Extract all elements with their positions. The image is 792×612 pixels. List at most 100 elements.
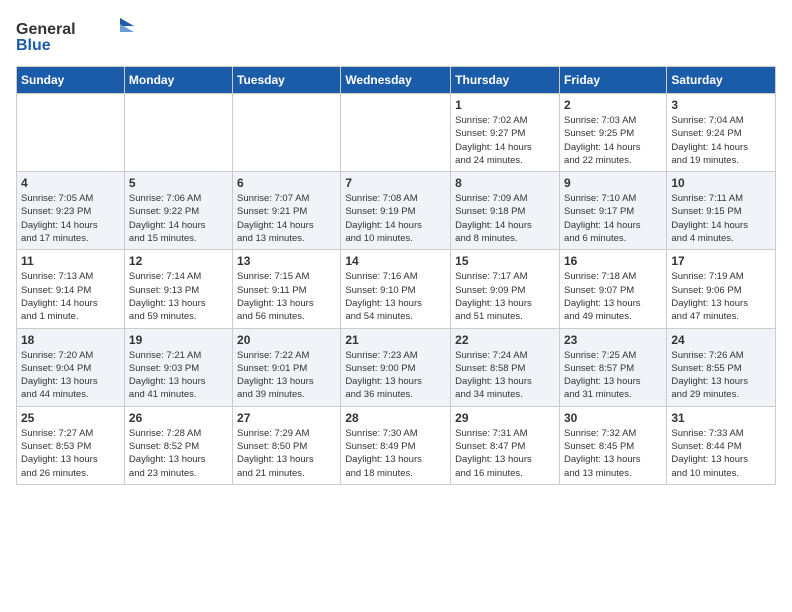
day-info: Sunrise: 7:26 AM Sunset: 8:55 PM Dayligh… <box>671 349 771 402</box>
day-number: 2 <box>564 98 662 112</box>
calendar-cell: 16 Sunrise: 7:18 AM Sunset: 9:07 PM Dayli… <box>559 250 666 328</box>
day-info: Sunrise: 7:16 AM Sunset: 9:10 PM Dayligh… <box>345 270 446 323</box>
day-number: 30 <box>564 411 662 425</box>
day-info: Sunrise: 7:22 AM Sunset: 9:01 PM Dayligh… <box>237 349 336 402</box>
day-info: Sunrise: 7:10 AM Sunset: 9:17 PM Dayligh… <box>564 192 662 245</box>
calendar-cell <box>233 94 341 172</box>
calendar-cell <box>341 94 451 172</box>
logo-svg: GeneralBlue <box>16 16 146 56</box>
day-number: 1 <box>455 98 555 112</box>
svg-text:Blue: Blue <box>16 37 51 54</box>
day-number: 16 <box>564 254 662 268</box>
calendar-cell: 28Sunrise: 7:30 AM Sunset: 8:49 PM Dayli… <box>341 406 451 484</box>
calendar-week-row: 4 Sunrise: 7:05 AM Sunset: 9:23 PM Daylig… <box>17 172 776 250</box>
calendar-week-row: 11 Sunrise: 7:13 AM Sunset: 9:14 PM Dayli… <box>17 250 776 328</box>
day-info: Sunrise: 7:28 AM Sunset: 8:52 PM Dayligh… <box>129 427 228 480</box>
day-info: Sunrise: 7:18 AM Sunset: 9:07 PM Dayligh… <box>564 270 662 323</box>
day-number: 17 <box>671 254 771 268</box>
calendar-cell: 1 Sunrise: 7:02 AM Sunset: 9:27 PM Daylig… <box>451 94 560 172</box>
header: GeneralBlue <box>16 16 776 56</box>
day-info: Sunrise: 7:08 AM Sunset: 9:19 PM Dayligh… <box>345 192 446 245</box>
calendar-cell: 15 Sunrise: 7:17 AM Sunset: 9:09 PM Dayli… <box>451 250 560 328</box>
svg-text:General: General <box>16 21 76 38</box>
day-number: 11 <box>21 254 120 268</box>
calendar-week-row: 25Sunrise: 7:27 AM Sunset: 8:53 PM Dayli… <box>17 406 776 484</box>
calendar-cell: 8Sunrise: 7:09 AM Sunset: 9:18 PM Daylig… <box>451 172 560 250</box>
day-info: Sunrise: 7:33 AM Sunset: 8:44 PM Dayligh… <box>671 427 771 480</box>
day-number: 28 <box>345 411 446 425</box>
day-number: 15 <box>455 254 555 268</box>
calendar-cell: 17Sunrise: 7:19 AM Sunset: 9:06 PM Dayli… <box>667 250 776 328</box>
day-info: Sunrise: 7:24 AM Sunset: 8:58 PM Dayligh… <box>455 349 555 402</box>
day-info: Sunrise: 7:15 AM Sunset: 9:11 PM Dayligh… <box>237 270 336 323</box>
day-info: Sunrise: 7:23 AM Sunset: 9:00 PM Dayligh… <box>345 349 446 402</box>
day-number: 20 <box>237 333 336 347</box>
weekday-header-sunday: Sunday <box>17 67 125 94</box>
calendar-cell: 18 Sunrise: 7:20 AM Sunset: 9:04 PM Dayli… <box>17 328 125 406</box>
day-info: Sunrise: 7:13 AM Sunset: 9:14 PM Dayligh… <box>21 270 120 323</box>
calendar-cell <box>17 94 125 172</box>
weekday-header-tuesday: Tuesday <box>233 67 341 94</box>
weekday-header-saturday: Saturday <box>667 67 776 94</box>
day-info: Sunrise: 7:09 AM Sunset: 9:18 PM Dayligh… <box>455 192 555 245</box>
day-number: 12 <box>129 254 228 268</box>
day-info: Sunrise: 7:11 AM Sunset: 9:15 PM Dayligh… <box>671 192 771 245</box>
weekday-header-monday: Monday <box>124 67 232 94</box>
calendar-cell: 9Sunrise: 7:10 AM Sunset: 9:17 PM Daylig… <box>559 172 666 250</box>
calendar-cell: 5 Sunrise: 7:06 AM Sunset: 9:22 PM Daylig… <box>124 172 232 250</box>
weekday-header-row: SundayMondayTuesdayWednesdayThursdayFrid… <box>17 67 776 94</box>
day-number: 13 <box>237 254 336 268</box>
day-number: 18 <box>21 333 120 347</box>
day-number: 3 <box>671 98 771 112</box>
calendar-cell: 19 Sunrise: 7:21 AM Sunset: 9:03 PM Dayli… <box>124 328 232 406</box>
day-number: 6 <box>237 176 336 190</box>
day-number: 4 <box>21 176 120 190</box>
weekday-header-friday: Friday <box>559 67 666 94</box>
calendar-table: SundayMondayTuesdayWednesdayThursdayFrid… <box>16 66 776 485</box>
calendar-cell: 13 Sunrise: 7:15 AM Sunset: 9:11 PM Dayli… <box>233 250 341 328</box>
weekday-header-thursday: Thursday <box>451 67 560 94</box>
calendar-cell: 20 Sunrise: 7:22 AM Sunset: 9:01 PM Dayli… <box>233 328 341 406</box>
day-info: Sunrise: 7:21 AM Sunset: 9:03 PM Dayligh… <box>129 349 228 402</box>
day-info: Sunrise: 7:04 AM Sunset: 9:24 PM Dayligh… <box>671 114 771 167</box>
calendar-cell: 30Sunrise: 7:32 AM Sunset: 8:45 PM Dayli… <box>559 406 666 484</box>
calendar-cell: 6 Sunrise: 7:07 AM Sunset: 9:21 PM Daylig… <box>233 172 341 250</box>
day-info: Sunrise: 7:29 AM Sunset: 8:50 PM Dayligh… <box>237 427 336 480</box>
weekday-header-wednesday: Wednesday <box>341 67 451 94</box>
day-number: 23 <box>564 333 662 347</box>
calendar-cell: 10Sunrise: 7:11 AM Sunset: 9:15 PM Dayli… <box>667 172 776 250</box>
day-number: 19 <box>129 333 228 347</box>
day-info: Sunrise: 7:20 AM Sunset: 9:04 PM Dayligh… <box>21 349 120 402</box>
day-info: Sunrise: 7:14 AM Sunset: 9:13 PM Dayligh… <box>129 270 228 323</box>
calendar-cell: 29Sunrise: 7:31 AM Sunset: 8:47 PM Dayli… <box>451 406 560 484</box>
day-info: Sunrise: 7:06 AM Sunset: 9:22 PM Dayligh… <box>129 192 228 245</box>
day-number: 22 <box>455 333 555 347</box>
calendar-cell: 26 Sunrise: 7:28 AM Sunset: 8:52 PM Dayli… <box>124 406 232 484</box>
day-info: Sunrise: 7:02 AM Sunset: 9:27 PM Dayligh… <box>455 114 555 167</box>
calendar-cell: 25Sunrise: 7:27 AM Sunset: 8:53 PM Dayli… <box>17 406 125 484</box>
day-number: 7 <box>345 176 446 190</box>
calendar-cell: 7 Sunrise: 7:08 AM Sunset: 9:19 PM Daylig… <box>341 172 451 250</box>
day-number: 5 <box>129 176 228 190</box>
calendar-cell: 11 Sunrise: 7:13 AM Sunset: 9:14 PM Dayli… <box>17 250 125 328</box>
calendar-week-row: 1 Sunrise: 7:02 AM Sunset: 9:27 PM Daylig… <box>17 94 776 172</box>
day-number: 14 <box>345 254 446 268</box>
calendar-cell: 24 Sunrise: 7:26 AM Sunset: 8:55 PM Dayli… <box>667 328 776 406</box>
day-number: 27 <box>237 411 336 425</box>
day-number: 31 <box>671 411 771 425</box>
day-number: 25 <box>21 411 120 425</box>
day-info: Sunrise: 7:03 AM Sunset: 9:25 PM Dayligh… <box>564 114 662 167</box>
calendar-cell: 27 Sunrise: 7:29 AM Sunset: 8:50 PM Dayli… <box>233 406 341 484</box>
calendar-cell <box>124 94 232 172</box>
calendar-cell: 12 Sunrise: 7:14 AM Sunset: 9:13 PM Dayli… <box>124 250 232 328</box>
logo: GeneralBlue <box>16 16 146 56</box>
day-info: Sunrise: 7:31 AM Sunset: 8:47 PM Dayligh… <box>455 427 555 480</box>
calendar-cell: 3 Sunrise: 7:04 AM Sunset: 9:24 PM Daylig… <box>667 94 776 172</box>
day-number: 26 <box>129 411 228 425</box>
day-info: Sunrise: 7:05 AM Sunset: 9:23 PM Dayligh… <box>21 192 120 245</box>
calendar-cell: 31 Sunrise: 7:33 AM Sunset: 8:44 PM Dayli… <box>667 406 776 484</box>
day-info: Sunrise: 7:17 AM Sunset: 9:09 PM Dayligh… <box>455 270 555 323</box>
day-info: Sunrise: 7:07 AM Sunset: 9:21 PM Dayligh… <box>237 192 336 245</box>
calendar-cell: 2 Sunrise: 7:03 AM Sunset: 9:25 PM Daylig… <box>559 94 666 172</box>
day-number: 24 <box>671 333 771 347</box>
